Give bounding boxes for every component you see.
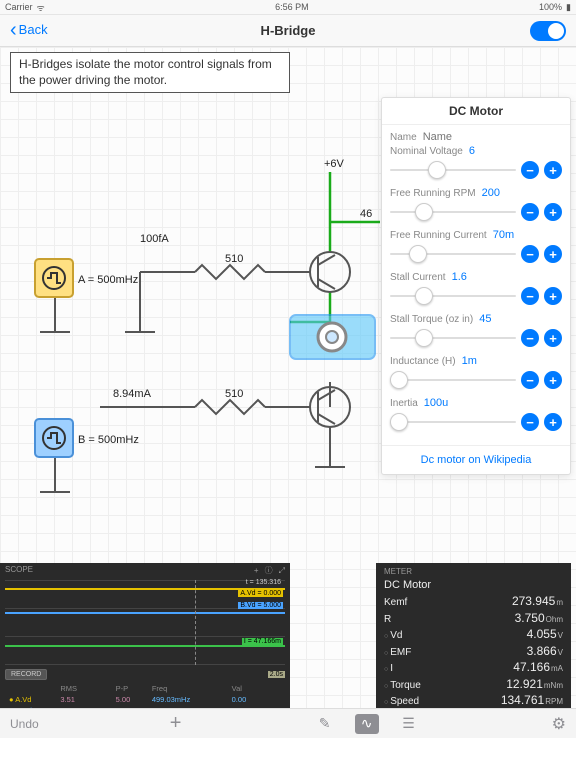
carrier-label: Carrier xyxy=(5,2,33,12)
field-value[interactable]: 1m xyxy=(462,355,562,367)
clock: 6:56 PM xyxy=(275,2,309,12)
slider[interactable] xyxy=(390,253,516,255)
plus-button[interactable]: + xyxy=(544,413,562,431)
nav-bar: Back H-Bridge xyxy=(0,15,576,47)
meter-panel[interactable]: METER DC Motor Kemf 273.945m R 3.750Ohm … xyxy=(376,563,571,708)
circuit-canvas[interactable]: H-Bridges isolate the motor control sign… xyxy=(0,47,576,738)
svg-text:B = 500mHz: B = 500mHz xyxy=(78,434,139,446)
scope-panel[interactable]: SCOPE + ⓘ ⤢ t = 135.316 A.Vd = 0.000 B.V… xyxy=(0,563,290,708)
minus-button[interactable]: − xyxy=(521,371,539,389)
plus-button[interactable]: + xyxy=(544,329,562,347)
slider[interactable] xyxy=(390,337,516,339)
info-box: H-Bridges isolate the motor control sign… xyxy=(10,52,290,93)
name-input[interactable] xyxy=(423,131,565,143)
slider[interactable] xyxy=(390,295,516,297)
toolbar: Undo + ✎ ∿ ☰ ⚙ xyxy=(0,708,576,738)
properties-panel[interactable]: DC Motor Name Nominal Voltage 6 − + Free… xyxy=(381,97,571,475)
slider[interactable] xyxy=(390,421,516,423)
plus-button[interactable]: + xyxy=(544,245,562,263)
panel-body: Name Nominal Voltage 6 − + Free Running … xyxy=(382,125,570,445)
wave-button[interactable]: ∿ xyxy=(355,714,379,734)
scope-info-button[interactable]: ⓘ xyxy=(265,565,273,576)
meter-component: DC Motor xyxy=(384,579,563,591)
wikipedia-link[interactable]: Dc motor on Wikipedia xyxy=(382,445,570,474)
scope-title: SCOPE xyxy=(5,565,33,576)
svg-text:+6V: +6V xyxy=(324,158,345,170)
field-label: Nominal Voltage xyxy=(390,146,463,157)
field-label: Free Running Current xyxy=(390,230,487,241)
slider[interactable] xyxy=(390,169,516,171)
field-value[interactable]: 1.6 xyxy=(452,271,562,283)
field-value[interactable]: 200 xyxy=(482,187,562,199)
plus-button[interactable]: + xyxy=(544,203,562,221)
meter-row: EMF 3.866V xyxy=(384,643,563,660)
minus-button[interactable]: − xyxy=(521,413,539,431)
field-value[interactable]: 6 xyxy=(469,145,562,157)
field-label: Stall Current xyxy=(390,272,446,283)
slider[interactable] xyxy=(390,211,516,213)
meter-row: Kemf 273.945m xyxy=(384,593,563,610)
meter-row: Vd 4.055V xyxy=(384,626,563,643)
field-label: Stall Torque (oz in) xyxy=(390,314,473,325)
minus-button[interactable]: − xyxy=(521,203,539,221)
record-button[interactable]: RECORD xyxy=(5,669,47,680)
list-button[interactable]: ☰ xyxy=(397,714,421,734)
field-value[interactable]: 45 xyxy=(479,313,562,325)
battery-pct: 100% xyxy=(539,2,562,12)
svg-text:46: 46 xyxy=(360,208,372,220)
battery-icon: ▮ xyxy=(566,2,571,13)
status-bar: Carrier ᯤ 6:56 PM 100% ▮ xyxy=(0,0,576,15)
meter-row: I 47.166mA xyxy=(384,659,563,676)
minus-button[interactable]: − xyxy=(521,287,539,305)
meter-row: Torque 12.921mNm xyxy=(384,676,563,693)
field-label: Inertia xyxy=(390,398,418,409)
add-button[interactable]: + xyxy=(170,712,182,735)
meter-row: R 3.750Ohm xyxy=(384,610,563,627)
scope-timespan: 2.0s xyxy=(268,671,285,678)
svg-text:100fA: 100fA xyxy=(140,233,169,245)
wifi-icon: ᯤ xyxy=(37,1,45,14)
scope-expand-button[interactable]: ⤢ xyxy=(279,566,285,576)
scope-time-cursor: t = 135.316 xyxy=(244,579,283,586)
scope-i-label: I = 47.166m xyxy=(242,638,283,645)
meter-row: Speed 134.761RPM xyxy=(384,692,563,709)
svg-text:8.94mA: 8.94mA xyxy=(113,388,152,400)
field-value[interactable]: 100u xyxy=(424,397,562,409)
minus-button[interactable]: − xyxy=(521,329,539,347)
page-title: H-Bridge xyxy=(261,23,316,38)
undo-button[interactable]: Undo xyxy=(10,717,39,731)
edit-button[interactable]: ✎ xyxy=(313,714,337,734)
settings-button[interactable]: ⚙ xyxy=(552,714,566,734)
back-button[interactable]: Back xyxy=(10,19,48,42)
slider[interactable] xyxy=(390,379,516,381)
panel-title: DC Motor xyxy=(382,98,570,125)
scope-a-label: A.Vd = 0.000 xyxy=(238,590,283,597)
plus-button[interactable]: + xyxy=(544,161,562,179)
svg-text:510: 510 xyxy=(225,388,243,400)
minus-button[interactable]: − xyxy=(521,245,539,263)
svg-text:510: 510 xyxy=(225,253,243,265)
scope-plot[interactable]: t = 135.316 A.Vd = 0.000 B.Vd = 5.000 I … xyxy=(5,580,285,665)
plus-button[interactable]: + xyxy=(544,371,562,389)
field-value[interactable]: 70m xyxy=(493,229,562,241)
plus-button[interactable]: + xyxy=(544,287,562,305)
name-label: Name xyxy=(390,132,417,143)
minus-button[interactable]: − xyxy=(521,161,539,179)
field-label: Inductance (H) xyxy=(390,356,456,367)
simulation-toggle[interactable] xyxy=(530,21,566,41)
meter-title: METER xyxy=(384,567,563,576)
scope-add-button[interactable]: + xyxy=(254,566,259,575)
field-label: Free Running RPM xyxy=(390,188,476,199)
scope-b-label: B.Vd = 5.000 xyxy=(238,602,283,609)
svg-text:A = 500mHz: A = 500mHz xyxy=(78,274,138,286)
